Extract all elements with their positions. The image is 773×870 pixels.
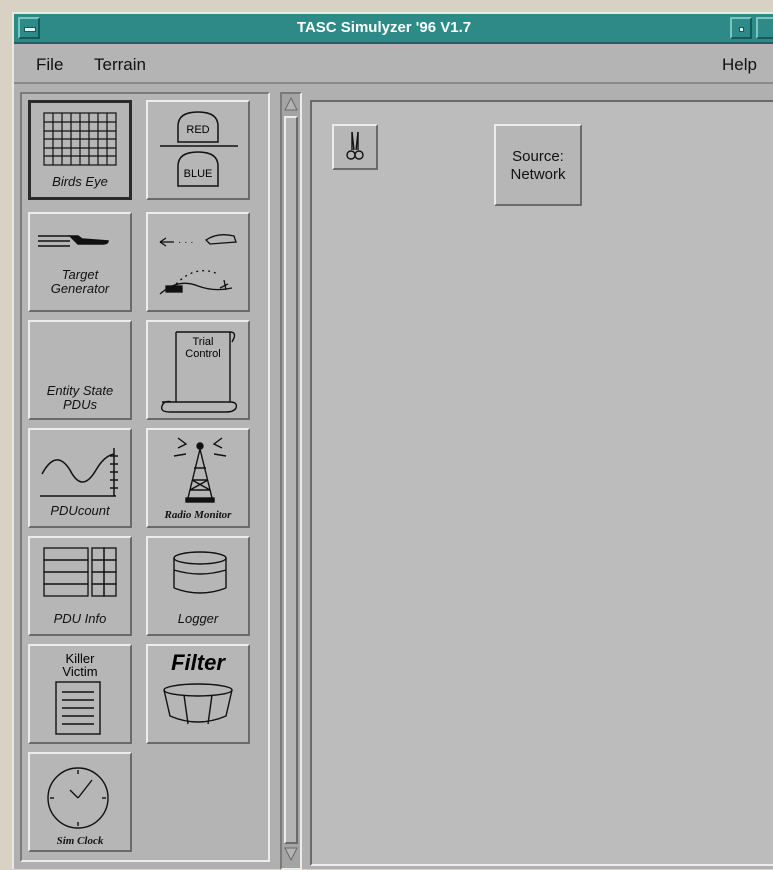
source-label: Source: Network	[496, 148, 580, 184]
maximize-button[interactable]	[756, 17, 773, 39]
tool-label: PDUcount	[50, 503, 110, 518]
sim-clock-tool[interactable]: Sim Clock	[28, 752, 132, 852]
funnel-icon	[163, 683, 233, 725]
missile-icon: · · ·	[159, 234, 237, 295]
tool-label-line1: Entity State	[46, 383, 114, 398]
report-icon	[55, 681, 101, 735]
tool-label: Sim Clock	[56, 835, 104, 847]
aircraft-icon	[38, 235, 109, 247]
vertical-scrollbar[interactable]	[280, 92, 302, 870]
killer-victim-tool[interactable]: Killer Victim	[28, 644, 132, 744]
tool-label-line2: Generator	[50, 281, 110, 296]
filter-tool[interactable]: Filter	[146, 644, 250, 744]
window-title: TASC Simulyzer '96 V1.7	[296, 19, 472, 36]
blue-label: BLUE	[183, 168, 213, 180]
menu-bar: File Terrain Help	[14, 44, 773, 84]
tool-label-line1: Trial	[192, 336, 214, 348]
title-bar[interactable]: TASC Simulyzer '96 V1.7	[14, 14, 773, 44]
scroll-up-arrow-icon[interactable]	[284, 96, 298, 112]
logger-tool[interactable]: Logger	[146, 536, 250, 636]
tool-label: Radio Monitor	[164, 509, 232, 521]
app-window: TASC Simulyzer '96 V1.7 File Terrain Hel…	[12, 12, 773, 870]
menu-help[interactable]: Help	[722, 55, 757, 75]
trial-control-tool[interactable]: Trial Control	[146, 320, 250, 420]
tool-label-line2: Control	[185, 348, 221, 360]
tool-label: Birds Eye	[52, 174, 108, 189]
scissors-icon	[346, 131, 364, 160]
red-blue-icon	[160, 111, 238, 187]
pdu-count-tool[interactable]: PDUcount	[28, 428, 132, 528]
engagement-tool[interactable]: · · ·	[146, 212, 250, 312]
minimize-button[interactable]	[730, 17, 752, 39]
scrollbar-thumb[interactable]	[284, 116, 298, 844]
tool-palette: Birds Eye RED BLUE Target Generator · · …	[20, 92, 270, 862]
target-generator-tool[interactable]: Target Generator	[28, 212, 132, 312]
source-network-button[interactable]: Source: Network	[494, 124, 582, 206]
workspace-canvas[interactable]: Source: Network	[310, 100, 773, 866]
entity-state-pdus-tool[interactable]: Entity State PDUs	[28, 320, 132, 420]
scroll-down-arrow-icon[interactable]	[284, 846, 298, 862]
svg-text:· · ·: · · ·	[178, 237, 194, 248]
menu-file[interactable]: File	[36, 55, 63, 75]
red-label: RED	[186, 124, 210, 136]
cut-button[interactable]	[332, 124, 378, 170]
tool-label-line2: PDUs	[63, 397, 97, 412]
birds-eye-tool[interactable]: Birds Eye	[28, 100, 132, 200]
tool-label: PDU Info	[53, 611, 107, 626]
source-label-line1: Source:	[512, 148, 564, 165]
tool-label-line1: Target	[61, 267, 99, 282]
tool-label: Logger	[177, 611, 219, 626]
red-blue-tool[interactable]: RED BLUE	[146, 100, 250, 200]
source-label-line2: Network	[510, 166, 566, 183]
radio-monitor-tool[interactable]: Radio Monitor	[146, 428, 250, 528]
menu-terrain[interactable]: Terrain	[94, 55, 146, 75]
pdu-info-tool[interactable]: PDU Info	[28, 536, 132, 636]
